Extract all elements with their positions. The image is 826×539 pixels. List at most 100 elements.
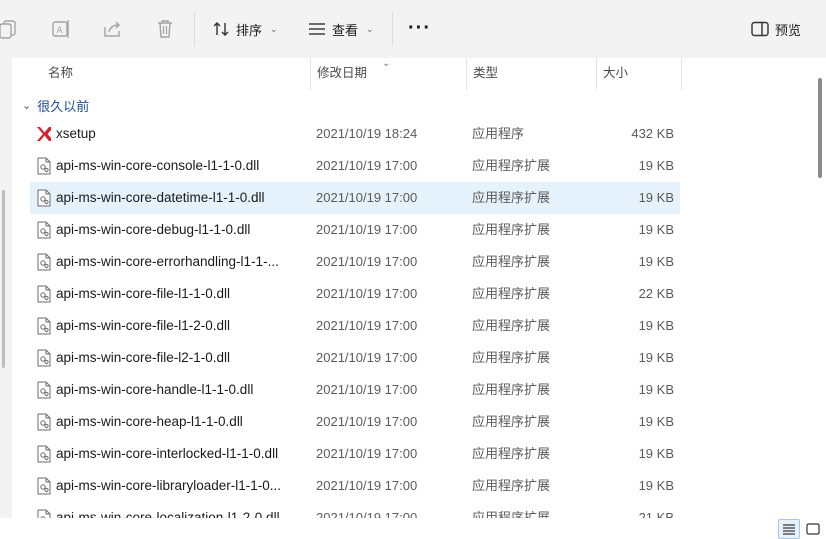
group-label: 很久以前 [37, 98, 90, 114]
dll-file-icon [37, 509, 51, 518]
delete-icon[interactable] [154, 18, 176, 40]
dll-file-icon [37, 285, 51, 303]
share-icon[interactable] [102, 18, 124, 40]
rename-icon[interactable]: A [50, 18, 72, 40]
copy-icon[interactable] [0, 18, 20, 40]
file-type: 应用程序扩展 [472, 254, 551, 269]
sort-icon [213, 22, 229, 36]
file-size: 22 KB [638, 286, 674, 301]
file-type: 应用程序扩展 [472, 222, 551, 237]
command-bar: A 排序 ⌄ 查看 ⌄ ··· 预览 [0, 0, 826, 58]
file-type: 应用程序扩展 [472, 446, 551, 461]
view-label: 查看 [332, 22, 359, 38]
dll-file-icon [37, 189, 51, 207]
more-options-button[interactable]: ··· [408, 18, 431, 38]
file-size: 432 KB [631, 126, 674, 141]
file-name: api-ms-win-core-console-l1-1-0.dll [56, 158, 260, 173]
dll-file-icon [37, 317, 51, 335]
file-row[interactable]: api-ms-win-core-heap-l1-1-0.dll 2021/10/1… [30, 406, 680, 438]
status-bar [0, 518, 826, 539]
dll-file-icon [37, 253, 51, 271]
file-size: 19 KB [638, 350, 674, 365]
file-name: api-ms-win-core-file-l1-1-0.dll [56, 286, 231, 301]
file-name: api-ms-win-core-localization-l1-2-0.dll [56, 510, 280, 518]
preview-label: 预览 [775, 22, 802, 38]
file-row[interactable]: api-ms-win-core-debug-l1-1-0.dll 2021/10/… [30, 214, 680, 246]
file-size: 19 KB [638, 222, 674, 237]
preview-pane-icon [751, 21, 769, 37]
chevron-down-icon: ⌄ [366, 23, 374, 34]
file-date: 2021/10/19 17:00 [316, 318, 418, 333]
file-size: 21 KB [638, 510, 674, 518]
toolbar-separator [392, 12, 393, 46]
nav-scrollbar-thumb[interactable] [2, 190, 5, 368]
file-row[interactable]: api-ms-win-core-datetime-l1-1-0.dll 2021/… [30, 182, 680, 214]
file-size: 19 KB [638, 158, 674, 173]
file-type: 应用程序扩展 [472, 382, 551, 397]
preview-button[interactable]: 预览 [751, 16, 801, 42]
file-row[interactable]: api-ms-win-core-file-l2-1-0.dll 2021/10/1… [30, 342, 680, 374]
file-type: 应用程序扩展 [472, 286, 551, 301]
file-row[interactable]: api-ms-win-core-errorhandling-l1-1-... 20… [30, 246, 680, 278]
dll-file-icon [37, 349, 51, 367]
tiles-view-icon [806, 523, 820, 535]
file-type: 应用程序扩展 [472, 510, 551, 518]
file-name: api-ms-win-core-libraryloader-l1-1-0... [56, 478, 282, 493]
vertical-scrollbar-thumb[interactable] [818, 78, 822, 178]
file-row[interactable]: api-ms-win-core-interlocked-l1-1-0.dll 20… [30, 438, 680, 470]
file-date: 2021/10/19 17:00 [316, 190, 418, 205]
file-date: 2021/10/19 17:00 [316, 286, 418, 301]
file-row[interactable]: api-ms-win-core-handle-l1-1-0.dll 2021/10… [30, 374, 680, 406]
file-row[interactable]: api-ms-win-core-file-l1-1-0.dll 2021/10/1… [30, 278, 680, 310]
file-size: 19 KB [638, 446, 674, 461]
file-row[interactable]: api-ms-win-core-console-l1-1-0.dll 2021/1… [30, 150, 680, 182]
column-header-size[interactable]: 大小 [596, 58, 682, 90]
sort-label: 排序 [236, 22, 263, 38]
chevron-down-icon: ⌄ [270, 23, 278, 34]
file-name: xsetup [56, 126, 96, 141]
column-header-name[interactable]: 名称 [42, 58, 310, 90]
file-row[interactable]: xsetup 2021/10/19 18:24 应用程序 432 KB [30, 118, 680, 150]
details-view-button[interactable] [778, 519, 800, 539]
file-type: 应用程序扩展 [472, 478, 551, 493]
column-header-type[interactable]: 类型 [466, 58, 596, 90]
file-date: 2021/10/19 17:00 [316, 158, 418, 173]
file-size: 19 KB [638, 190, 674, 205]
file-size: 19 KB [638, 318, 674, 333]
dll-file-icon [37, 477, 51, 495]
file-list: xsetup 2021/10/19 18:24 应用程序 432 KB api-ms-w… [30, 118, 680, 518]
chevron-down-icon: ⌄ [22, 99, 32, 112]
file-date: 2021/10/19 17:00 [316, 254, 418, 269]
file-date: 2021/10/19 17:00 [316, 414, 418, 429]
file-type: 应用程序扩展 [472, 158, 551, 173]
column-header: 名称 修改日期 类型 大小 ⌄ [12, 58, 812, 90]
dll-file-icon [37, 445, 51, 463]
file-name: api-ms-win-core-file-l2-1-0.dll [56, 350, 231, 365]
file-type: 应用程序扩展 [472, 414, 551, 429]
file-type: 应用程序 [472, 126, 525, 141]
view-button[interactable]: 查看 ⌄ [308, 16, 374, 42]
dll-file-icon [37, 157, 51, 175]
sort-button[interactable]: 排序 ⌄ [212, 16, 278, 42]
file-size: 19 KB [638, 414, 674, 429]
group-header[interactable]: ⌄ 很久以前 [22, 96, 89, 114]
navigation-pane-edge [0, 58, 12, 518]
file-date: 2021/10/19 17:00 [316, 478, 418, 493]
file-type: 应用程序扩展 [472, 350, 551, 365]
file-row[interactable]: api-ms-win-core-localization-l1-2-0.dll 2… [30, 502, 680, 518]
tiles-view-button[interactable] [802, 519, 824, 539]
file-name: api-ms-win-core-interlocked-l1-1-0.dll [56, 446, 279, 461]
file-name: api-ms-win-core-heap-l1-1-0.dll [56, 414, 243, 429]
file-row[interactable]: api-ms-win-core-libraryloader-l1-1-0... 2… [30, 470, 680, 502]
file-row[interactable]: api-ms-win-core-file-l1-2-0.dll 2021/10/1… [30, 310, 680, 342]
sort-descending-icon: ⌄ [382, 58, 391, 69]
file-date: 2021/10/19 17:00 [316, 446, 418, 461]
file-name: api-ms-win-core-errorhandling-l1-1-... [56, 254, 279, 269]
file-name: api-ms-win-core-debug-l1-1-0.dll [56, 222, 251, 237]
dll-file-icon [37, 413, 51, 431]
file-name: api-ms-win-core-file-l1-2-0.dll [56, 318, 231, 333]
dll-file-icon [37, 381, 51, 399]
view-icon [309, 23, 325, 35]
file-date: 2021/10/19 17:00 [316, 350, 418, 365]
file-type: 应用程序扩展 [472, 318, 551, 333]
